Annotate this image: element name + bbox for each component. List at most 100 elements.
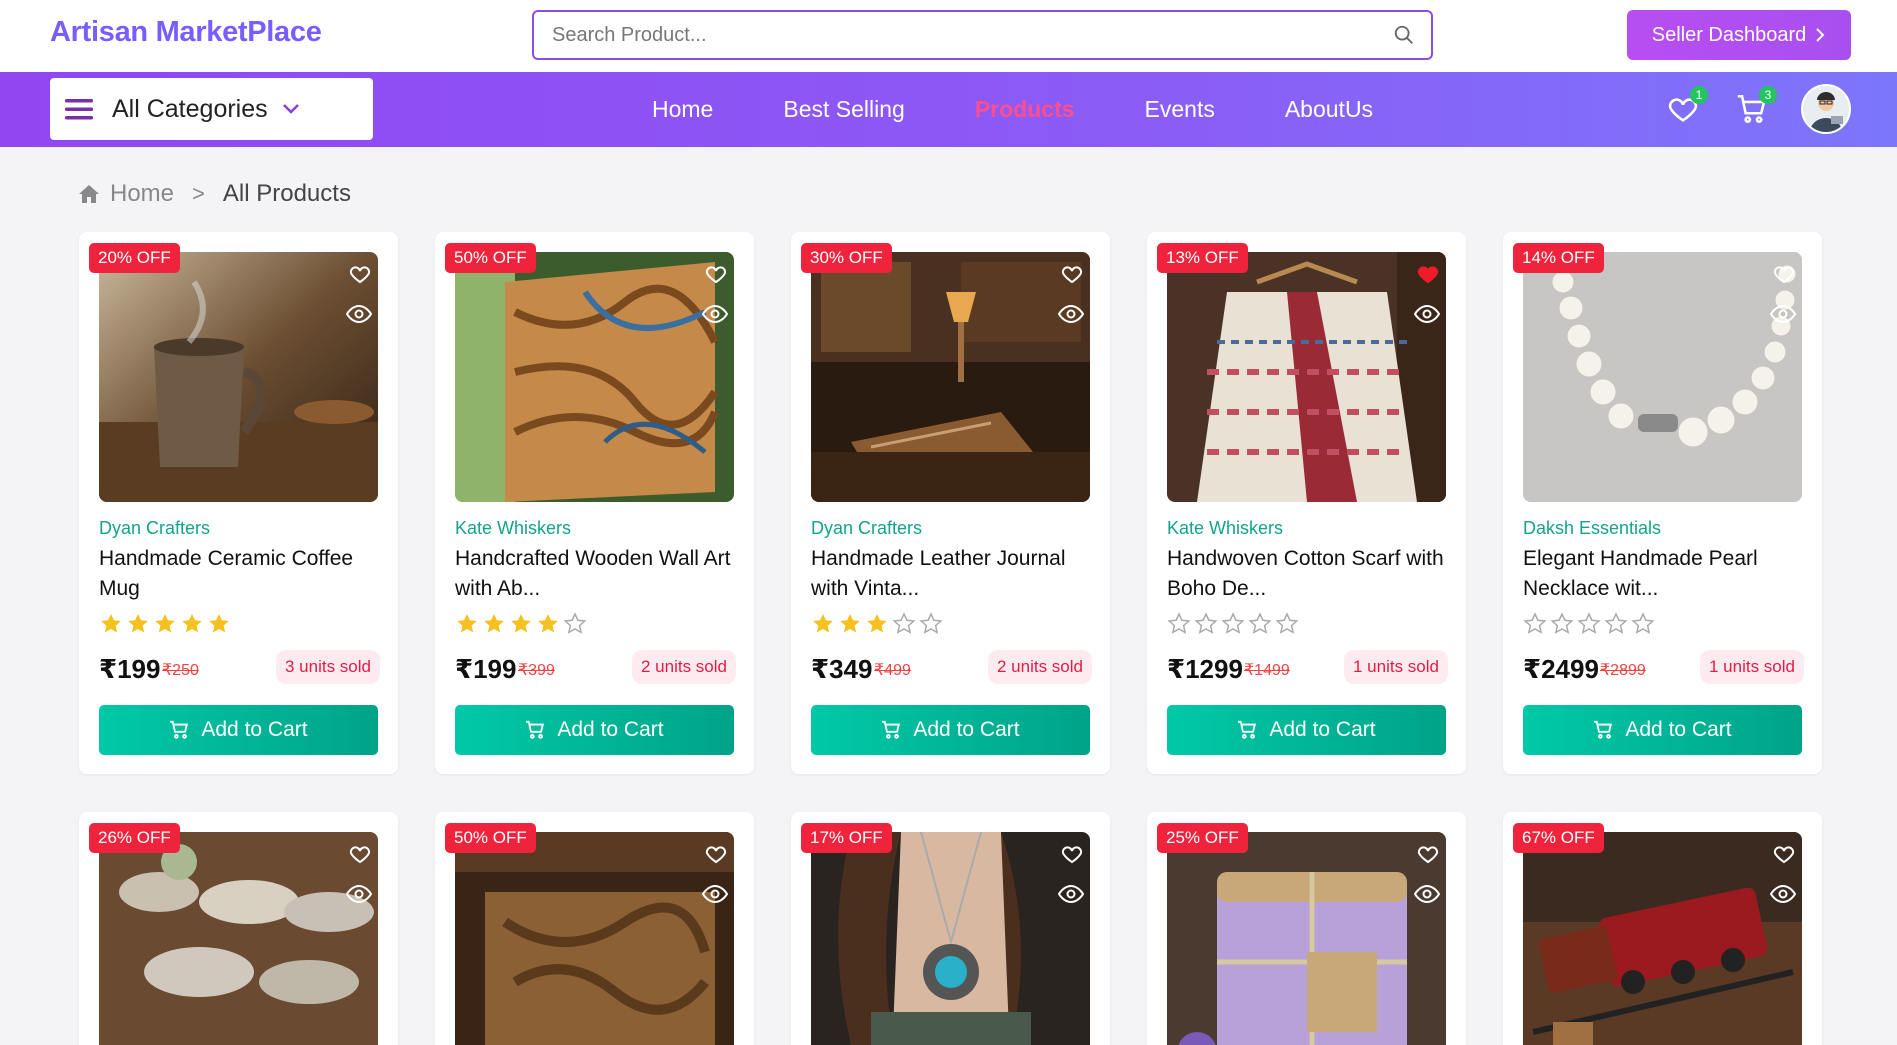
- product-card[interactable]: 20% OFF Dyan Crafters Handmade Ceramic C…: [79, 232, 398, 774]
- product-card[interactable]: 50% OFF Kate Whiskers Handcrafted Wooden…: [435, 232, 754, 774]
- product-card[interactable]: 17% OFF: [791, 812, 1110, 1045]
- quick-view-eye-icon[interactable]: [1414, 882, 1440, 906]
- rating-stars: [1523, 612, 1655, 636]
- product-card[interactable]: 30% OFF Dyan Crafters Handmade Leather J…: [791, 232, 1110, 774]
- product-card[interactable]: 50% OFF: [435, 812, 754, 1045]
- seller-name[interactable]: Kate Whiskers: [1167, 518, 1283, 539]
- quick-view-eye-icon[interactable]: [346, 882, 372, 906]
- add-to-cart-button[interactable]: Add to Cart: [1523, 705, 1802, 755]
- quick-view-eye-icon[interactable]: [702, 302, 728, 326]
- nav-aboutus[interactable]: AboutUs: [1285, 96, 1373, 123]
- wishlist-heart-icon[interactable]: [1060, 842, 1084, 866]
- product-image[interactable]: [455, 252, 734, 502]
- search-icon[interactable]: [1393, 24, 1415, 46]
- add-to-cart-button[interactable]: Add to Cart: [811, 705, 1090, 755]
- product-image[interactable]: [811, 832, 1090, 1045]
- nav-links: Home Best Selling Products Events AboutU…: [652, 72, 1443, 147]
- product-name[interactable]: Handwoven Cotton Scarf with Boho De...: [1167, 544, 1452, 604]
- wishlist-heart-icon[interactable]: [704, 262, 728, 286]
- main-nav: All Categories Home Best Selling Product…: [0, 72, 1897, 147]
- quick-view-eye-icon[interactable]: [1058, 302, 1084, 326]
- product-card[interactable]: 67% OFF: [1503, 812, 1822, 1045]
- nav-events[interactable]: Events: [1145, 96, 1215, 123]
- user-avatar[interactable]: [1801, 84, 1851, 134]
- quick-view-eye-icon[interactable]: [1414, 302, 1440, 326]
- units-sold-badge: 2 units sold: [632, 650, 736, 684]
- star-filled-icon: [182, 614, 202, 633]
- categories-label: All Categories: [112, 94, 268, 123]
- breadcrumb-current: All Products: [222, 180, 351, 207]
- star-filled-icon: [209, 614, 229, 633]
- discount-badge: 30% OFF: [801, 243, 892, 273]
- star-empty-icon: [1604, 612, 1628, 634]
- product-image[interactable]: [455, 832, 734, 1045]
- product-price: ₹1299: [1167, 654, 1243, 684]
- product-image[interactable]: [1167, 832, 1446, 1045]
- product-image[interactable]: [1523, 252, 1802, 502]
- original-price: ₹399: [518, 662, 555, 679]
- discount-badge: 14% OFF: [1513, 243, 1604, 273]
- wishlist-heart-icon-active[interactable]: [1416, 262, 1440, 286]
- seller-dashboard-button[interactable]: Seller Dashboard: [1627, 10, 1851, 60]
- product-image[interactable]: [1167, 252, 1446, 502]
- search-input[interactable]: [552, 12, 1372, 58]
- original-price: ₹250: [162, 662, 199, 679]
- wishlist-heart-icon[interactable]: [348, 262, 372, 286]
- add-to-cart-button[interactable]: Add to Cart: [99, 705, 378, 755]
- wishlist-heart-icon[interactable]: [1772, 842, 1796, 866]
- cart-icon: [526, 720, 545, 739]
- quick-view-eye-icon[interactable]: [1770, 882, 1796, 906]
- rating-stars: [455, 612, 587, 636]
- quick-view-eye-icon[interactable]: [1770, 302, 1796, 326]
- add-to-cart-button[interactable]: Add to Cart: [1167, 705, 1446, 755]
- site-logo[interactable]: Artisan MarketPlace: [50, 16, 322, 49]
- star-filled-icon: [101, 614, 121, 633]
- quick-view-eye-icon[interactable]: [346, 302, 372, 326]
- product-price: ₹199: [455, 654, 517, 684]
- product-name[interactable]: Handmade Ceramic Coffee Mug: [99, 544, 384, 604]
- add-to-cart-label: Add to Cart: [1625, 718, 1732, 741]
- original-price: ₹499: [874, 662, 911, 679]
- discount-badge: 50% OFF: [445, 823, 536, 853]
- wishlist-heart-icon[interactable]: [704, 842, 728, 866]
- star-empty-icon: [1523, 612, 1547, 634]
- wishlist-heart-icon[interactable]: [348, 842, 372, 866]
- product-name[interactable]: Handcrafted Wooden Wall Art with Ab...: [455, 544, 740, 604]
- nav-products[interactable]: Products: [975, 96, 1075, 123]
- seller-name[interactable]: Dyan Crafters: [811, 518, 922, 539]
- breadcrumb: Home > All Products: [78, 180, 351, 208]
- product-image[interactable]: [1523, 832, 1802, 1045]
- seller-name[interactable]: Dyan Crafters: [99, 518, 210, 539]
- product-image[interactable]: [811, 252, 1090, 502]
- wishlist-button[interactable]: 1: [1666, 86, 1708, 128]
- cart-icon: [1594, 720, 1613, 739]
- seller-name[interactable]: Kate Whiskers: [455, 518, 571, 539]
- product-name[interactable]: Handmade Leather Journal with Vinta...: [811, 544, 1096, 604]
- home-icon[interactable]: [78, 184, 100, 204]
- breadcrumb-home[interactable]: Home: [110, 180, 174, 208]
- wishlist-count-badge: 1: [1690, 86, 1708, 104]
- product-image[interactable]: [99, 252, 378, 502]
- add-to-cart-button[interactable]: Add to Cart: [455, 705, 734, 755]
- nav-best-selling[interactable]: Best Selling: [783, 96, 904, 123]
- star-empty-icon: [1248, 612, 1272, 634]
- units-sold-badge: 1 units sold: [1700, 650, 1804, 684]
- wishlist-heart-icon[interactable]: [1772, 262, 1796, 286]
- top-header: Artisan MarketPlace Seller Dashboard: [0, 0, 1897, 72]
- product-card[interactable]: 14% OFF Daksh Essentials Elegant Handmad…: [1503, 232, 1822, 774]
- product-card[interactable]: 26% OFF: [79, 812, 398, 1045]
- quick-view-eye-icon[interactable]: [1058, 882, 1084, 906]
- all-categories-dropdown[interactable]: All Categories: [50, 78, 373, 140]
- seller-name[interactable]: Daksh Essentials: [1523, 518, 1661, 539]
- quick-view-eye-icon[interactable]: [702, 882, 728, 906]
- wishlist-heart-icon[interactable]: [1416, 842, 1440, 866]
- cart-button[interactable]: 3: [1735, 86, 1777, 128]
- wishlist-heart-icon[interactable]: [1060, 262, 1084, 286]
- product-card[interactable]: 13% OFF Kate Whiskers Handwoven Cotton S…: [1147, 232, 1466, 774]
- nav-home[interactable]: Home: [652, 96, 713, 123]
- product-image[interactable]: [99, 832, 378, 1045]
- star-filled-icon: [128, 614, 148, 633]
- star-empty-icon: [1275, 612, 1299, 634]
- product-card[interactable]: 25% OFF: [1147, 812, 1466, 1045]
- product-name[interactable]: Elegant Handmade Pearl Necklace wit...: [1523, 544, 1808, 604]
